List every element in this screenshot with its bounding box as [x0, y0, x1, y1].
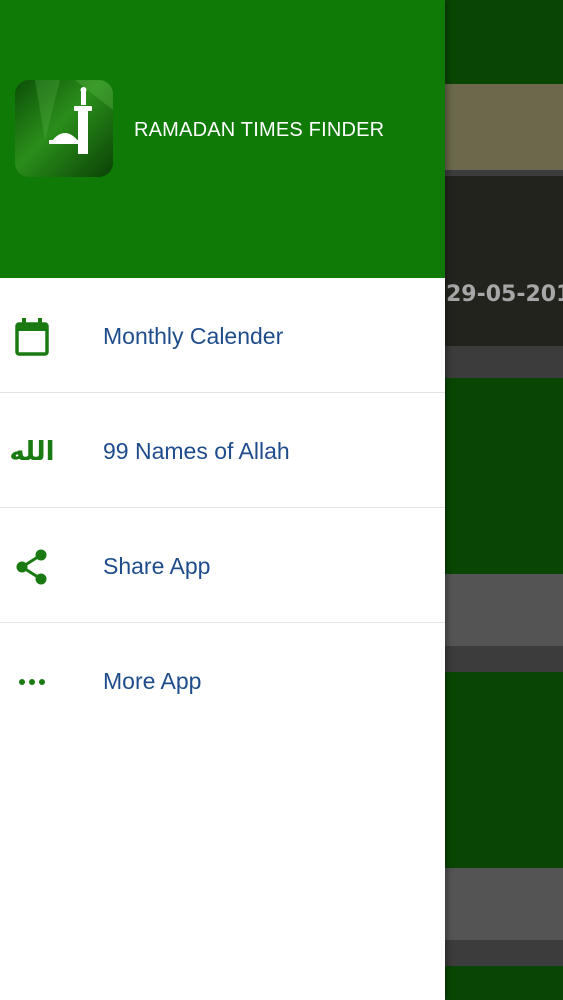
menu-item-label: 99 Names of Allah: [103, 438, 290, 464]
app-title: RAMADAN TIMES FINDER: [134, 119, 385, 141]
crescent-minaret-logo-icon: [15, 80, 113, 177]
more-dots-icon: [10, 660, 54, 704]
allah-glyph: الله: [9, 437, 55, 467]
menu-item-label: More App: [103, 668, 202, 694]
menu-item-99-names[interactable]: الله 99 Names of Allah: [0, 393, 445, 508]
share-icon: [10, 545, 54, 589]
menu-item-monthly-calender[interactable]: Monthly Calender: [0, 278, 445, 393]
calendar-icon: [10, 315, 54, 359]
navigation-drawer: RAMADAN TIMES FINDER Monthly Calender ال…: [0, 0, 445, 1000]
allah-calligraphy-icon: الله: [9, 430, 55, 474]
menu-item-share-app[interactable]: Share App: [0, 508, 445, 623]
drawer-menu: Monthly Calender الله 99 Names of Allah …: [0, 278, 445, 738]
drawer-header: RAMADAN TIMES FINDER: [0, 0, 445, 278]
menu-item-label: Monthly Calender: [103, 323, 284, 349]
menu-item-more-app[interactable]: More App: [0, 623, 445, 738]
menu-item-label: Share App: [103, 553, 211, 579]
